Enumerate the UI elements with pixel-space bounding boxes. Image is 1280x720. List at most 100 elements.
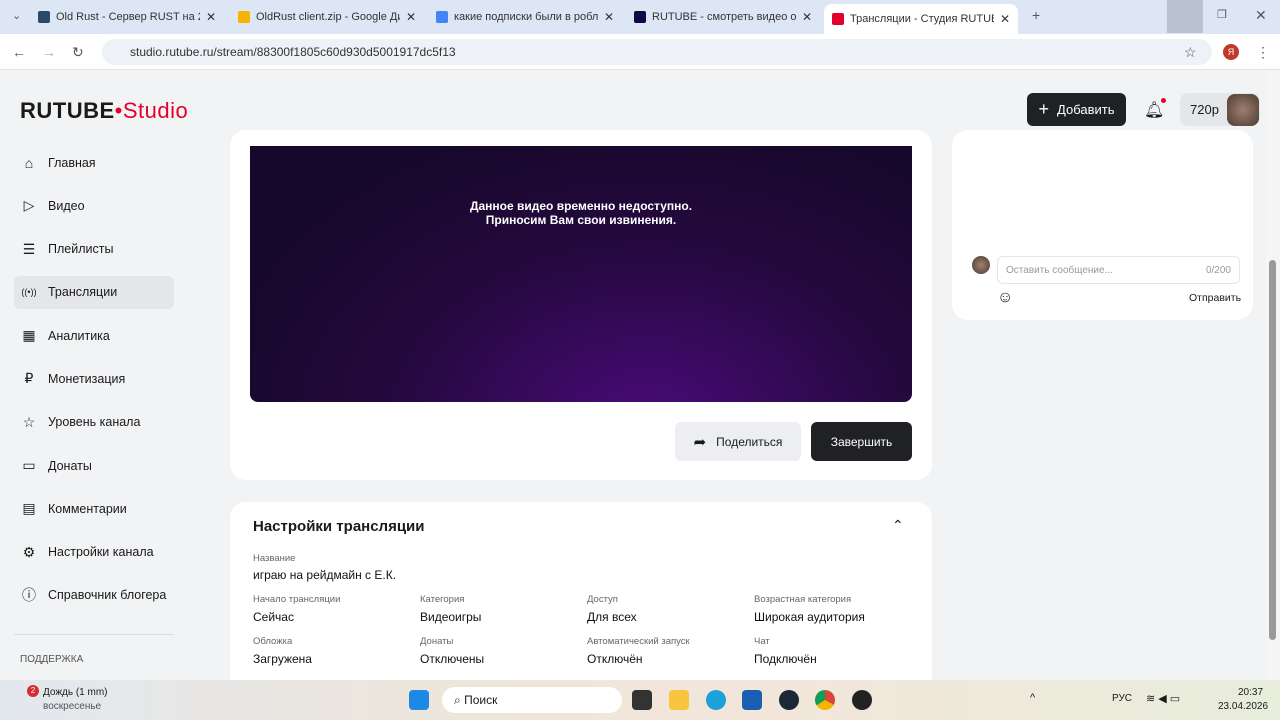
send-button[interactable]: Отправить [1189,292,1241,304]
browser-menu-icon[interactable]: ⋮ [1256,44,1270,61]
ruble-icon: ₽ [24,370,34,387]
finish-button[interactable]: Завершить [811,422,912,461]
browser-tab[interactable]: RUTUBE - смотреть видео онл ✕ [626,4,820,30]
setting-value: Широкая аудитория [754,610,865,624]
sidebar-item[interactable]: ((•)) Трансляции [14,275,174,309]
store-icon[interactable] [742,690,762,710]
add-label: Добавить [1057,102,1115,117]
url-input[interactable]: studio.rutube.ru/stream/88300f1805c60d93… [102,39,1212,65]
chat-placeholder: Оставить сообщение... [1006,265,1113,276]
restore-button[interactable]: ❐ [1217,8,1227,21]
browser-tab[interactable]: OldRust client.zip - Google Ди ✕ [230,4,424,30]
url-text: studio.rutube.ru/stream/88300f1805c60d93… [130,45,456,59]
tab-list-icon[interactable]: ⌄ [12,9,21,22]
scrollbar-thumb[interactable] [1269,260,1276,640]
edge-icon[interactable] [706,690,726,710]
close-window-button[interactable]: ✕ [1255,7,1267,24]
tab-close-icon[interactable]: ✕ [802,10,812,24]
tab-favicon-icon [436,11,448,23]
sidebar-item-label: Аналитика [48,328,110,343]
weather-day: воскресенье [43,701,102,712]
chat-message-input[interactable]: Оставить сообщение... 0/200 [997,256,1240,284]
setting-label: Доступ [587,594,618,605]
setting-value: Подключён [754,652,817,666]
clock-date[interactable]: 23.04.2026 [1218,701,1268,712]
browser-tab-bar: ⌄ Old Rust - Сервер RUST на 24 ✕ OldRust c… [0,0,1280,34]
file-explorer-icon[interactable] [669,690,689,710]
language-indicator[interactable]: РУС [1112,693,1132,704]
setting-label: Чат [754,636,770,647]
video-player[interactable]: Данное видео временно недоступно. Принос… [250,146,912,402]
emoji-icon[interactable]: ☺ [997,289,1013,307]
share-button[interactable]: ➦ Поделиться [675,422,801,461]
sidebar-item[interactable]: ☰ Плейлисты [14,233,174,266]
name-value: играю на рейдмайн с Е.К. [253,568,397,582]
sidebar-item[interactable]: ▭ Донаты [14,449,174,482]
name-label: Название [253,553,296,564]
profile-avatar[interactable]: Я [1223,44,1239,60]
rutube-studio-logo[interactable]: RUTUBE•Studio [20,98,188,124]
bookmark-star-icon[interactable]: ☆ [1184,44,1197,61]
search-label: Поиск [464,693,498,707]
tab-favicon-icon [38,11,50,23]
browser-tab[interactable]: Old Rust - Сервер RUST на 24 ✕ [30,4,224,30]
user-avatar[interactable] [1227,94,1259,126]
new-tab-button[interactable]: + [1032,7,1040,23]
browser-tab[interactable]: Трансляции - Студия RUTUBE ✕ [824,4,1018,34]
sidebar-item[interactable]: ▷ Видео [14,189,174,222]
tab-favicon-icon [832,13,844,25]
address-bar: ← → ↻ studio.rutube.ru/stream/88300f1805… [0,34,1280,70]
sidebar-item[interactable]: ▦ Аналитика [14,319,174,352]
reload-icon[interactable]: ↻ [72,44,84,61]
chevron-up-icon[interactable]: ⌃ [892,517,904,534]
sidebar-item[interactable]: ▤ Комментарии [14,492,174,525]
weather-text[interactable]: Дождь (1 mm) [43,687,108,698]
sidebar-item-label: Комментарии [48,501,127,516]
setting-value: Отключены [420,652,485,666]
windows-taskbar: 2 Дождь (1 mm) воскресенье ⌕ Поиск ^ РУС… [0,680,1280,720]
tab-title: Трансляции - Студия RUTUBE [850,13,994,25]
unavailable-message: Данное видео временно недоступно. [469,199,693,213]
taskbar-search[interactable]: ⌕ Поиск [442,687,622,713]
clock-time[interactable]: 20:37 [1238,687,1263,698]
sidebar-item-label: Настройки канала [48,545,154,560]
tab-favicon-icon [634,11,646,23]
steam-icon[interactable] [779,690,799,710]
page-scrollbar[interactable] [1266,70,1280,680]
sidebar-item[interactable]: ₽ Монетизация [14,362,174,395]
chrome-icon[interactable] [815,690,835,710]
sidebar-item-label: Справочник блогера [48,588,167,603]
minimize-button[interactable] [1167,0,1203,33]
sidebar-item[interactable]: ☆ Уровень канала [14,406,174,439]
video-icon: ▷ [23,197,35,214]
wifi-volume-battery-icon[interactable]: ≋ ◀ ▭ [1146,692,1180,705]
support-link[interactable]: ПОДДЕРЖКА [20,654,83,665]
sidebar-item-label: Главная [48,155,96,170]
sidebar-item[interactable]: ⌂ Главная [14,146,174,179]
tab-title: RUTUBE - смотреть видео онл [652,11,796,23]
obs-icon[interactable] [852,690,872,710]
tab-close-icon[interactable]: ✕ [604,10,614,24]
bell-icon[interactable]: 🔔︎ [1144,98,1167,120]
browser-tab[interactable]: какие подписки были в робло ✕ [428,4,622,30]
weather-badge: 2 [27,685,39,697]
task-view-icon[interactable] [632,690,652,710]
home-icon: ⌂ [24,154,34,171]
chat-user-avatar [972,256,990,274]
star-icon: ☆ [22,413,36,430]
sidebar-item[interactable]: ⚙ Настройки канала [14,536,174,569]
broadcast-icon: ((•)) [21,287,37,298]
add-button[interactable]: + Добавить [1027,93,1126,126]
start-button[interactable] [409,690,429,710]
tab-close-icon[interactable]: ✕ [406,10,416,24]
tray-chevron-icon[interactable]: ^ [1030,692,1035,704]
tab-close-icon[interactable]: ✕ [1000,12,1010,26]
sidebar-item[interactable]: ⓘ Справочник блогера [14,579,174,612]
back-icon[interactable]: ← [12,44,26,60]
setting-label: Донаты [420,636,454,647]
tab-title: OldRust client.zip - Google Ди [256,11,400,23]
setting-label: Возрастная категория [754,594,852,605]
forward-icon[interactable]: → [42,44,56,60]
tab-close-icon[interactable]: ✕ [206,10,216,24]
donate-icon: ▭ [22,457,36,474]
